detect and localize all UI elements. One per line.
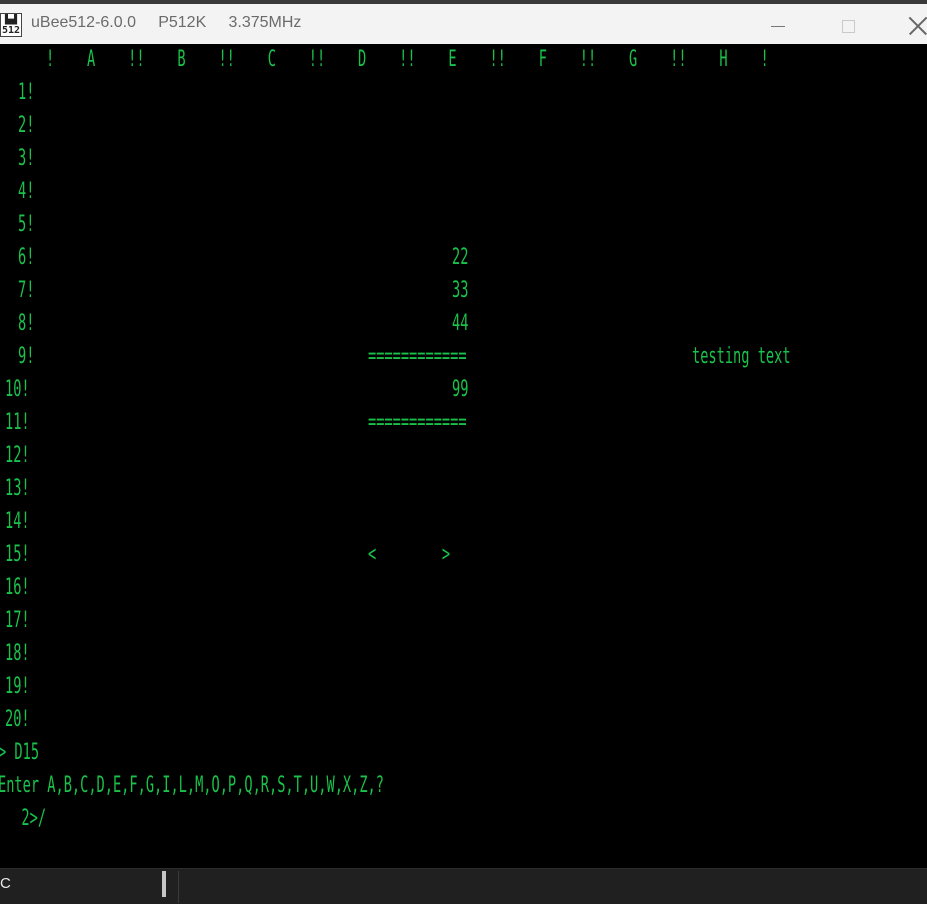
minimize-icon [771, 25, 785, 27]
cell-d6[interactable]: 22 [452, 247, 468, 269]
row-label: 7! [18, 278, 35, 303]
cell-g9[interactable]: testing text [692, 346, 791, 368]
cell-d9[interactable]: ============ [368, 346, 467, 368]
command-input[interactable]: 2>/ [5, 808, 46, 830]
row-label: 13! [5, 476, 30, 501]
minimize-button[interactable] [758, 10, 798, 42]
title-bar[interactable]: ▙▟ 512 uBee512-6.0.0 P512K 3.375MHz [0, 0, 927, 44]
row-label: 20! [5, 707, 30, 732]
row-label: 17! [5, 608, 30, 633]
app-icon[interactable]: ▙▟ 512 [0, 13, 22, 37]
cell-cursor-d15[interactable]: < > [368, 544, 450, 566]
row-label: 4! [18, 179, 35, 204]
row-label: 12! [5, 443, 30, 468]
row-label: 6! [18, 245, 35, 270]
current-cell-indicator: > D15 [0, 740, 40, 765]
row-label: 19! [5, 674, 30, 699]
maximize-button[interactable] [828, 10, 868, 42]
row-label: 2! [18, 113, 35, 138]
command-prompt: Enter A,B,C,D,E,F,G,I,L,M,O,P,Q,R,S,T,U,… [0, 773, 384, 798]
row-label: 18! [5, 641, 30, 666]
row-label: 14! [5, 509, 30, 534]
cell-d11[interactable]: ============ [368, 412, 467, 434]
window-title: uBee512-6.0.0 P512K 3.375MHz [31, 14, 302, 31]
status-text: C [0, 875, 11, 892]
row-label: 10! [5, 377, 30, 402]
row-label: 3! [18, 146, 35, 171]
row-label: 8! [18, 311, 35, 336]
terminal-screen[interactable]: ! A !! B !! C !! D !! E !! F !! G !! H !… [0, 44, 927, 868]
row-label: 16! [5, 575, 30, 600]
status-divider [178, 871, 179, 903]
close-button[interactable] [898, 10, 927, 42]
row-label: 11! [5, 410, 30, 435]
cell-d8[interactable]: 44 [452, 313, 468, 335]
row-label: 15! [5, 542, 30, 567]
row-label: 9! [18, 344, 35, 369]
status-bar: C [0, 868, 927, 904]
column-header: ! A !! B !! C !! D !! E !! F !! G !! H ! [46, 47, 769, 72]
cell-d7[interactable]: 33 [452, 280, 468, 302]
cell-d10[interactable]: 99 [452, 379, 468, 401]
maximize-icon [841, 19, 855, 33]
status-divider [162, 871, 166, 897]
row-label: 1! [18, 80, 35, 105]
close-icon [909, 17, 927, 35]
row-label: 5! [18, 212, 35, 237]
emulator-window: ▙▟ 512 uBee512-6.0.0 P512K 3.375MHz ! A … [0, 0, 927, 904]
